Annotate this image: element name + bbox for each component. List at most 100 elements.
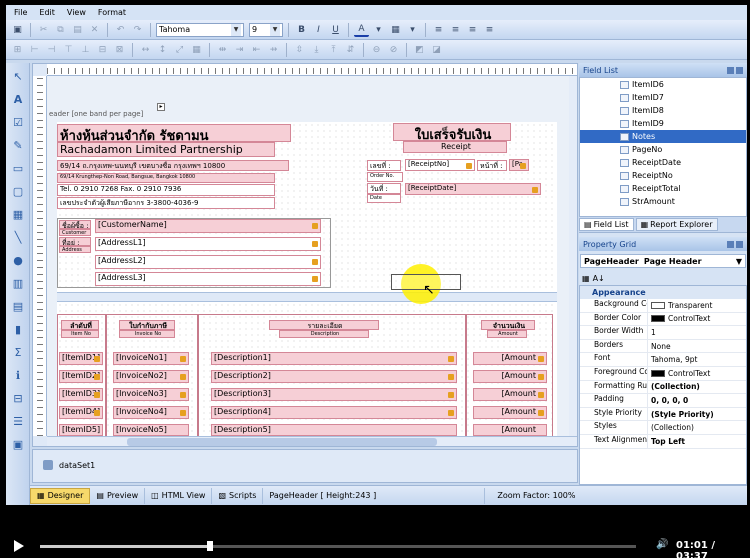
cut-icon[interactable]: ✂ xyxy=(36,22,51,37)
col-invoice-th[interactable]: ใบกำกับภาษี xyxy=(119,320,175,330)
amount-2-field[interactable]: [Amount xyxy=(473,370,547,383)
item-id-5-field[interactable]: [ItemID5] xyxy=(59,424,103,436)
v-spacing-remove-icon[interactable]: ⇵ xyxy=(343,42,358,57)
chevron-down-icon[interactable]: ▾ xyxy=(405,22,420,37)
invoice-no-5-field[interactable]: [InvoiceNo5] xyxy=(113,424,189,436)
order-no-caption[interactable]: Order No. xyxy=(367,172,403,182)
invoice-no-1-field[interactable]: [InvoiceNo1] xyxy=(113,352,189,365)
same-size-icon[interactable]: ⤢ xyxy=(172,42,187,57)
label-tool-icon[interactable]: A xyxy=(9,90,27,108)
barcode-tool-icon[interactable]: ▥ xyxy=(9,274,27,292)
tax-id-label[interactable]: เลขประจำตัวผู้เสียภาษีอากร 3-3800-4036-9 xyxy=(57,197,275,209)
description-2-field[interactable]: [Description2] xyxy=(211,370,457,383)
align-middles-icon[interactable]: ⊟ xyxy=(95,42,110,57)
volume-icon[interactable]: 🔊 xyxy=(656,539,668,550)
bring-to-front-icon[interactable]: ◩ xyxy=(412,42,427,57)
align-left-icon[interactable]: ≡ xyxy=(431,22,446,37)
property-row[interactable]: Foreground Col ControlText xyxy=(580,366,746,381)
menu-edit[interactable]: Edit xyxy=(39,8,55,17)
pagebreak-tool-icon[interactable]: ⊟ xyxy=(9,389,27,407)
align-bottoms-icon[interactable]: ⊠ xyxy=(112,42,127,57)
list-item[interactable]: ReceiptNo xyxy=(580,169,746,182)
col-item-no-en[interactable]: Item No xyxy=(61,330,99,338)
pointer-icon[interactable]: ↖ xyxy=(9,67,27,85)
v-spacing-equal-icon[interactable]: ⇳ xyxy=(292,42,307,57)
page-info-tool-icon[interactable]: ℹ xyxy=(9,366,27,384)
justify-icon[interactable]: ≡ xyxy=(482,22,497,37)
same-height-icon[interactable]: ↕ xyxy=(155,42,170,57)
align-right-icon[interactable]: ≡ xyxy=(465,22,480,37)
tab-designer[interactable]: ▦ Designer xyxy=(30,487,91,504)
tab-report-explorer[interactable]: ▦ Report Explorer xyxy=(635,218,718,231)
company-name-en-label[interactable]: Rachadamon Limited Partnership xyxy=(57,142,275,157)
h-spacing-inc-icon[interactable]: ⇥ xyxy=(232,42,247,57)
fore-color-button[interactable]: A xyxy=(354,22,369,37)
align-to-grid-icon[interactable]: ⊞ xyxy=(10,42,25,57)
alphabetical-icon[interactable]: A↓ xyxy=(593,274,605,283)
vertical-scrollbar[interactable] xyxy=(569,76,577,436)
align-centers-icon[interactable]: ⊣ xyxy=(44,42,59,57)
list-item[interactable]: ItemID7 xyxy=(580,91,746,104)
horizontal-scrollbar[interactable] xyxy=(47,436,577,446)
seek-bar[interactable] xyxy=(40,545,636,548)
property-row[interactable]: Text Alignment Top Left xyxy=(580,434,746,449)
zipcode-tool-icon[interactable]: ▤ xyxy=(9,297,27,315)
customer-name-field[interactable]: [CustomerName] xyxy=(95,219,321,233)
italic-button[interactable]: I xyxy=(311,22,326,37)
copy-icon[interactable]: ⧉ xyxy=(53,22,68,37)
property-row[interactable]: Background Co Transparent xyxy=(580,299,746,313)
center-horizontally-icon[interactable]: ⊖ xyxy=(369,42,384,57)
undo-icon[interactable]: ↶ xyxy=(113,22,128,37)
save-icon[interactable]: ▣ xyxy=(10,22,25,37)
date-caption-en[interactable]: Date xyxy=(367,194,401,203)
report-design-surface[interactable]: eader [one band per page] ▸ ห้างหุ้นส่วน… xyxy=(32,63,578,447)
property-row[interactable]: Borders None xyxy=(580,339,746,354)
description-4-field[interactable]: [Description4] xyxy=(211,406,457,419)
col-invoice-en[interactable]: Invoice No xyxy=(119,330,175,338)
address-caption-en[interactable]: Address xyxy=(59,246,91,253)
close-icon[interactable] xyxy=(736,66,743,74)
chevron-down-icon[interactable]: ▾ xyxy=(371,22,386,37)
page-caption[interactable]: หน้าที่ : xyxy=(477,160,507,171)
address-th-label[interactable]: 69/14 ถ.กรุงเทพ-นนทบุรี เขตบางซื่อ กรุงเ… xyxy=(57,160,289,171)
align-center-icon[interactable]: ≡ xyxy=(448,22,463,37)
bold-button[interactable]: B xyxy=(294,22,309,37)
crossband-box-tool-icon[interactable]: ▣ xyxy=(9,435,27,453)
property-row[interactable]: Formatting Rul (Collection) xyxy=(580,380,746,395)
property-row[interactable]: Border Width 1 xyxy=(580,326,746,340)
list-item[interactable]: ItemID9 xyxy=(580,117,746,130)
v-spacing-dec-icon[interactable]: ⤒ xyxy=(326,42,341,57)
property-row[interactable]: Padding 0, 0, 0, 0 xyxy=(580,394,746,408)
property-row[interactable]: Font Tahoma, 9pt xyxy=(580,353,746,367)
receipt-title-th-label[interactable]: ใบเสร็จรับเงิน xyxy=(393,123,511,141)
customer-caption-en[interactable]: Customer xyxy=(59,229,91,236)
description-1-field[interactable]: [Description1] xyxy=(211,352,457,365)
categorized-icon[interactable]: ▦ xyxy=(582,274,590,283)
size-to-grid-icon[interactable]: ▦ xyxy=(189,42,204,57)
date-caption-th[interactable]: วันที่ : xyxy=(367,183,401,194)
scrollbar-thumb[interactable] xyxy=(127,438,437,446)
paste-icon[interactable]: ▤ xyxy=(70,22,85,37)
menu-file[interactable]: File xyxy=(14,8,27,17)
description-3-field[interactable]: [Description3] xyxy=(211,388,457,401)
same-width-icon[interactable]: ↔ xyxy=(138,42,153,57)
list-item-selected[interactable]: Notes xyxy=(580,130,746,143)
send-to-back-icon[interactable]: ◪ xyxy=(429,42,444,57)
delete-icon[interactable]: ✕ xyxy=(87,22,102,37)
tab-scripts[interactable]: ▧ Scripts xyxy=(212,487,264,504)
invoice-no-2-field[interactable]: [InvoiceNo2] xyxy=(113,370,189,383)
item-id-4-field[interactable]: [ItemID4] xyxy=(59,406,103,419)
customer-name-caption[interactable]: ชื่อผู้ซื้อ : xyxy=(59,220,91,229)
tel-fax-label[interactable]: Tel. 0 2910 7268 Fax. 0 2910 7936 xyxy=(57,184,275,196)
col-description-en[interactable]: Description xyxy=(279,330,369,338)
center-vertically-icon[interactable]: ⊘ xyxy=(386,42,401,57)
list-item[interactable]: ItemID6 xyxy=(580,78,746,91)
v-spacing-inc-icon[interactable]: ⤓ xyxy=(309,42,324,57)
menu-format[interactable]: Format xyxy=(98,8,126,17)
col-amount-th[interactable]: จำนวนเงิน xyxy=(481,320,535,330)
font-size-combo[interactable]: 9 ▼ xyxy=(249,22,283,37)
invoice-no-4-field[interactable]: [InvoiceNo4] xyxy=(113,406,189,419)
tab-field-list[interactable]: ▤ Field List xyxy=(579,218,634,231)
back-color-icon[interactable]: ▦ xyxy=(388,22,403,37)
receipt-no-field[interactable]: [ReceiptNo] xyxy=(405,159,475,171)
